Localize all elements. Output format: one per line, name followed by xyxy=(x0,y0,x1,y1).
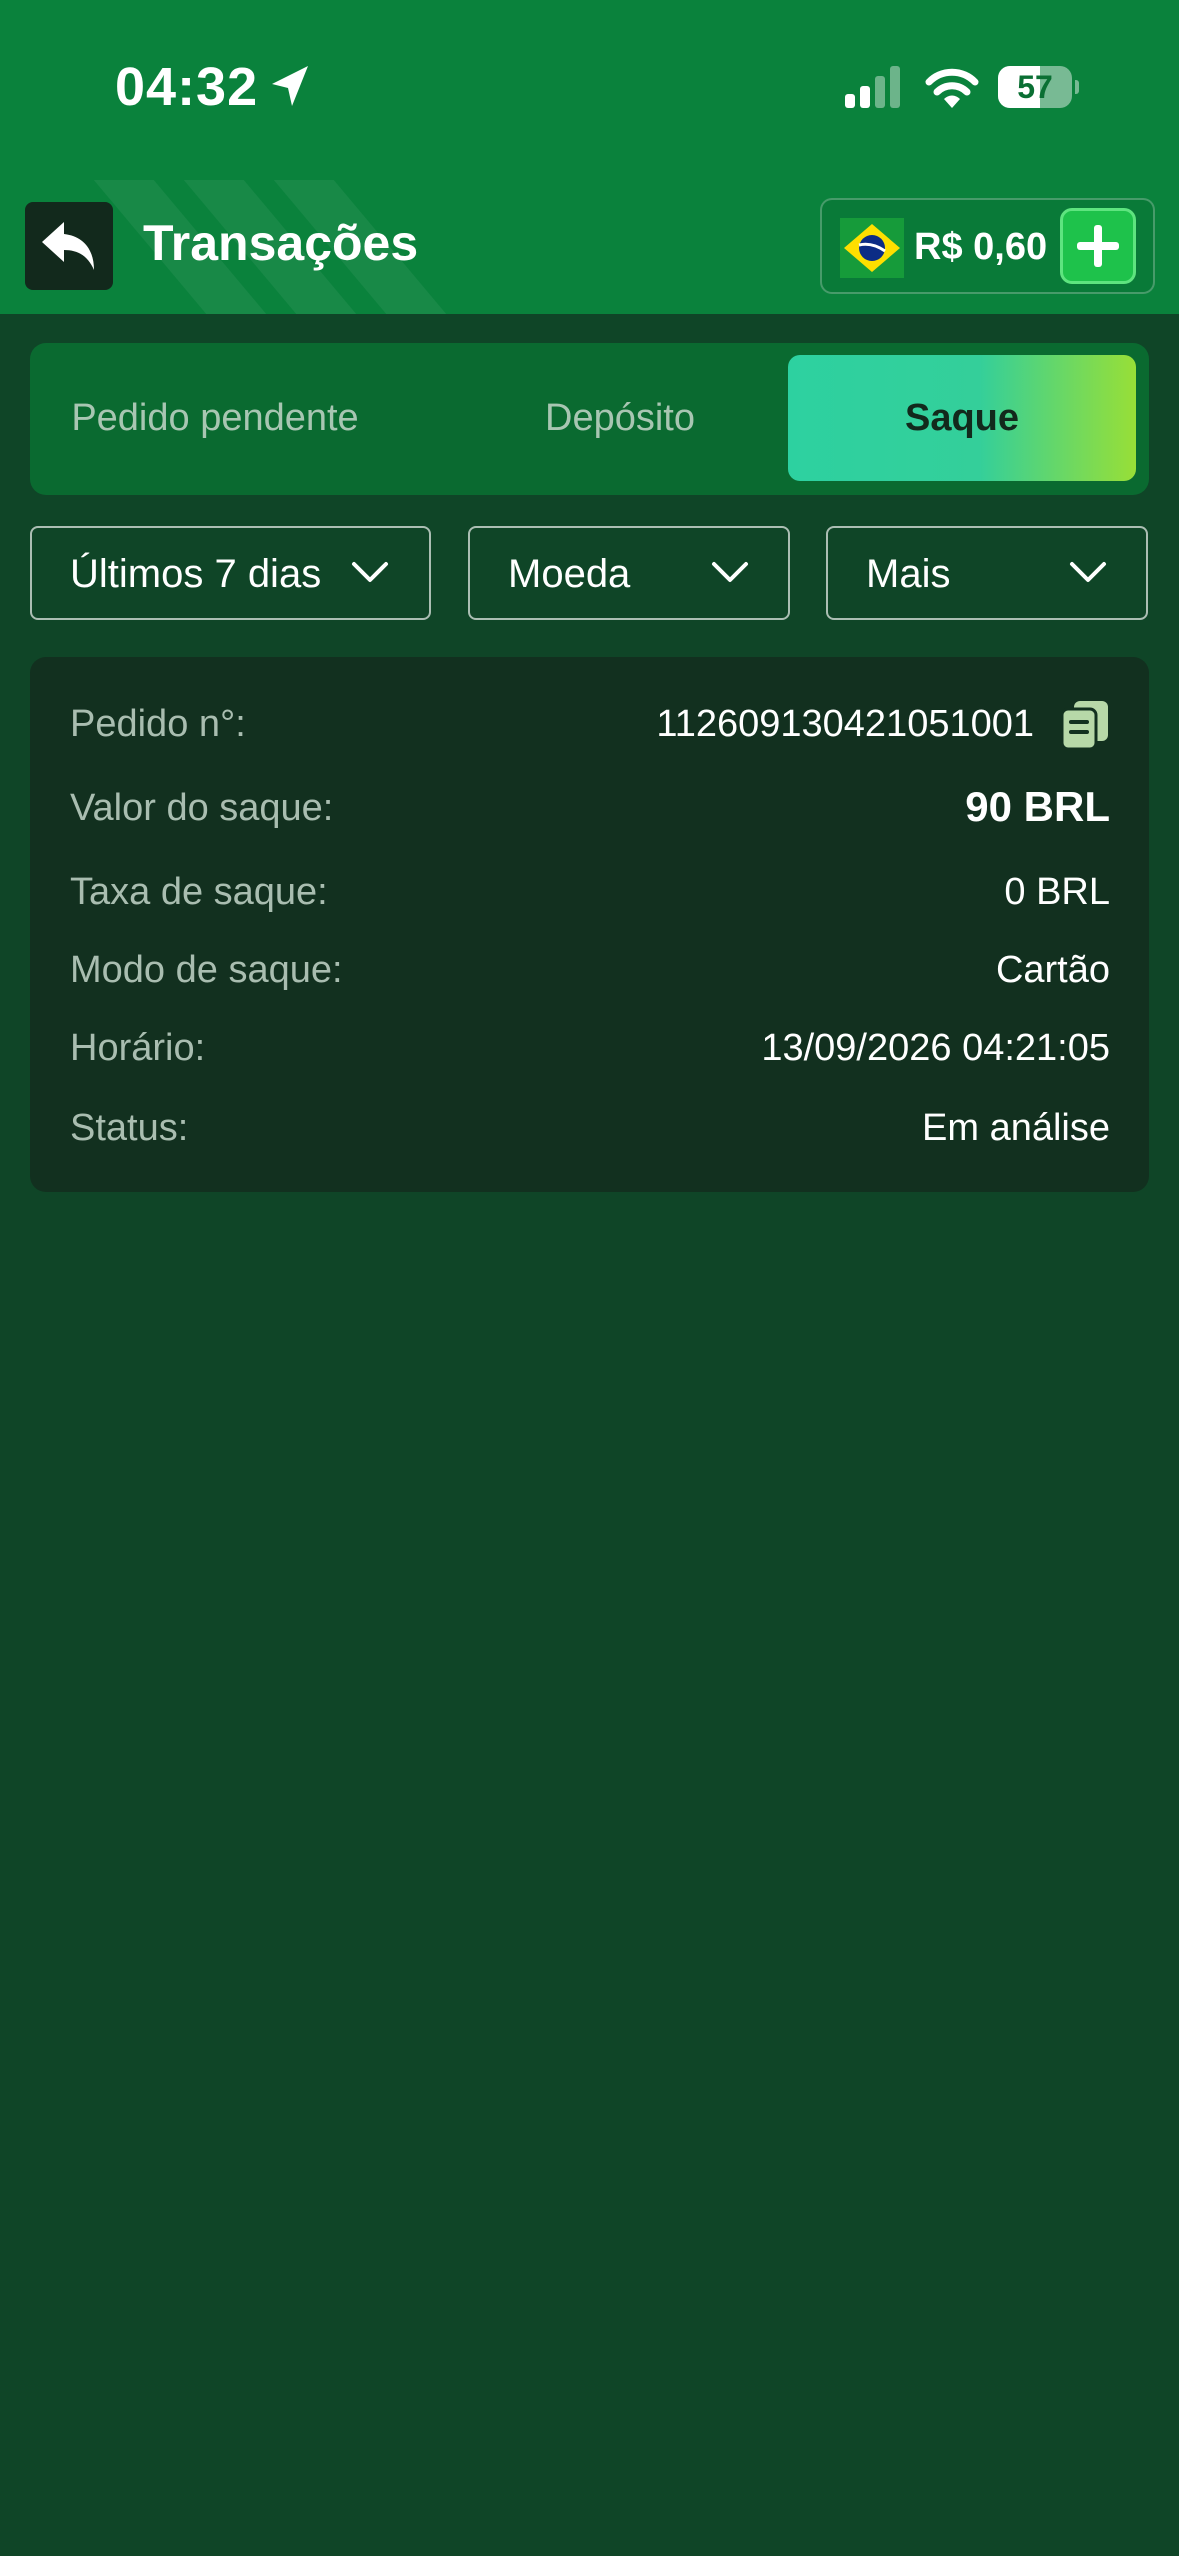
withdraw-fee-row: Taxa de saque: 0 BRL xyxy=(70,863,1110,923)
tab-pending-order[interactable]: Pedido pendente xyxy=(30,355,400,481)
date-range-filter[interactable]: Últimos 7 dias xyxy=(30,526,431,620)
time-label: Horário: xyxy=(70,1027,206,1069)
withdraw-mode-row: Modo de saque: Cartão xyxy=(70,941,1110,1001)
tab-deposit[interactable]: Depósito xyxy=(400,355,840,481)
chevron-down-icon xyxy=(352,562,388,582)
reply-arrow-icon xyxy=(42,222,94,270)
status-label: Status: xyxy=(70,1107,189,1149)
transaction-tabs: Pedido pendente Depósito Saque xyxy=(30,343,1149,495)
more-label: Mais xyxy=(866,552,951,596)
signal-icon xyxy=(845,66,900,108)
withdraw-fee-label: Taxa de saque: xyxy=(70,871,328,913)
plus-icon xyxy=(1077,225,1119,267)
balance-display: R$ 0,60 xyxy=(820,198,1155,294)
withdraw-fee-value: 0 BRL xyxy=(1004,871,1110,913)
more-filter[interactable]: Mais xyxy=(826,526,1148,620)
status-value: Em análise xyxy=(922,1107,1110,1149)
status-row: Status: Em análise xyxy=(70,1099,1110,1159)
back-button[interactable] xyxy=(25,202,113,290)
brazil-flag-icon xyxy=(840,218,904,278)
withdraw-mode-label: Modo de saque: xyxy=(70,949,343,991)
tab-withdraw[interactable]: Saque xyxy=(788,355,1136,481)
transaction-card: Pedido n°: 112609130421051001 Valor do s… xyxy=(30,657,1149,1192)
date-range-label: Últimos 7 dias xyxy=(70,552,322,596)
currency-label: Moeda xyxy=(508,552,631,596)
wifi-icon xyxy=(925,68,979,108)
order-number-label: Pedido n°: xyxy=(70,703,246,745)
withdraw-amount-row: Valor do saque: 90 BRL xyxy=(70,779,1110,839)
battery-level: 57 xyxy=(1017,69,1053,105)
order-number-value: 112609130421051001 xyxy=(656,703,1034,745)
location-arrow-icon xyxy=(272,66,308,106)
order-number-row: Pedido n°: 112609130421051001 xyxy=(70,695,1110,755)
chevron-down-icon xyxy=(712,562,748,582)
copy-icon[interactable] xyxy=(1060,699,1110,751)
balance-value: R$ 0,60 xyxy=(914,226,1048,268)
status-time: 04:32 xyxy=(115,57,259,117)
currency-filter[interactable]: Moeda xyxy=(468,526,790,620)
withdraw-mode-value: Cartão xyxy=(995,949,1110,991)
page-header: Transações R$ 0,60 xyxy=(0,170,1179,314)
time-row: Horário: 13/09/2026 04:21:05 xyxy=(70,1019,1110,1079)
status-bar: 04:32 57 xyxy=(0,0,1179,170)
battery-icon: 57 xyxy=(998,66,1079,108)
top-bar: 04:32 57 Transações R$ 0,60 xyxy=(0,0,1179,314)
page-title: Transações xyxy=(143,215,419,271)
withdraw-amount-value: 90 BRL xyxy=(965,783,1110,830)
time-value: 13/09/2026 04:21:05 xyxy=(761,1027,1110,1069)
chevron-down-icon xyxy=(1070,562,1106,582)
withdraw-amount-label: Valor do saque: xyxy=(70,787,334,829)
add-funds-button[interactable] xyxy=(1060,208,1136,284)
